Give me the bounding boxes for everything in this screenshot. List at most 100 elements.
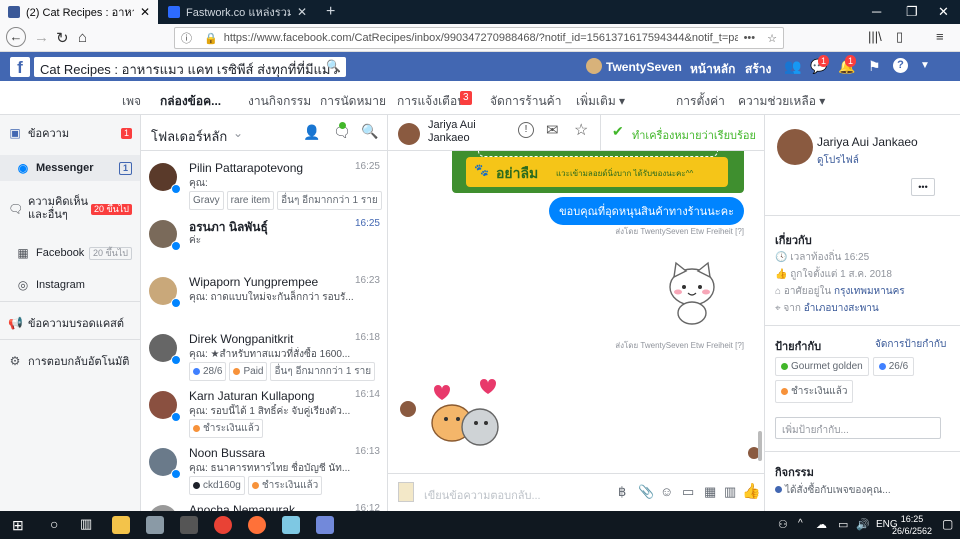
page-actions-icon[interactable]: ••• bbox=[744, 32, 756, 44]
events-tab[interactable]: งานกิจกรรม bbox=[248, 92, 311, 111]
sidebar-item-broadcast[interactable]: 📢 ข้อความบรอดแคสต์ bbox=[0, 313, 140, 333]
close-tab-icon[interactable]: ✕ bbox=[297, 5, 307, 19]
minimize-icon[interactable]: ─ bbox=[872, 4, 881, 19]
clock-date[interactable]: 26/6/2562 bbox=[888, 526, 936, 536]
contact-name[interactable]: Jariya Aui bbox=[428, 119, 476, 131]
contact-label[interactable]: ชำระเงินแล้ว bbox=[775, 380, 854, 403]
sent-message-bubble[interactable]: ขอบคุณที่อุดหนุนสินค้าทางร้านนะคะ bbox=[549, 197, 744, 225]
from-city-link[interactable]: อำเภอบางสะพาน bbox=[804, 303, 879, 314]
label-tag[interactable]: ckd160g bbox=[189, 476, 245, 495]
mail-icon[interactable]: ✉ bbox=[546, 121, 559, 139]
label-tag[interactable]: ชำระเงินแล้ว bbox=[247, 476, 323, 495]
mark-done-button[interactable]: ทำเครื่องหมายว่าเรียบร้อย bbox=[632, 126, 756, 144]
contact-name-2[interactable]: Jankaeo bbox=[428, 132, 470, 144]
label-tag[interactable]: อื่นๆ อีกมากกว่า 1 ราย bbox=[277, 191, 382, 210]
contact-label[interactable]: Gourmet golden bbox=[775, 357, 869, 376]
new-tab-button[interactable]: + bbox=[318, 0, 340, 24]
close-tab-icon[interactable]: ✕ bbox=[140, 5, 150, 19]
people-icon[interactable]: 👤 bbox=[303, 124, 320, 141]
discord-icon[interactable] bbox=[316, 516, 334, 534]
conversation-item[interactable]: Noon Bussara 16:13 คุณ: ธนาคารทหารไทย ชื่อ… bbox=[141, 444, 387, 504]
label-tag[interactable]: rare item bbox=[226, 191, 275, 210]
notifications-tab[interactable]: การแจ้งเตือน bbox=[397, 92, 465, 111]
firefox-icon[interactable] bbox=[248, 516, 266, 534]
browser-tab[interactable]: Fastwork.co แหล่งรวมฟรีแลนซ์ค ✕ bbox=[160, 0, 315, 24]
like-icon[interactable]: 👍 bbox=[742, 482, 761, 500]
tray-chevron-icon[interactable]: ^ bbox=[798, 518, 803, 529]
create-link[interactable]: สร้าง bbox=[745, 60, 771, 79]
message-thread[interactable]: อย่าลืม แวะเข้ามลอยด์นิ่งบาก ได้รับของนะ… bbox=[388, 151, 764, 473]
chevron-down-icon[interactable]: ⌄ bbox=[233, 126, 243, 140]
friends-icon[interactable]: 👥 bbox=[784, 58, 801, 75]
manage-labels-link[interactable]: จัดการป้ายกำกับ bbox=[875, 337, 946, 352]
lives-city-link[interactable]: กรุงเทพมหานคร bbox=[834, 286, 905, 297]
label-tag[interactable]: ชำระเงินแล้ว bbox=[189, 419, 264, 438]
label-tag[interactable]: อื่นๆ อีกมากกว่า 1 ราย bbox=[270, 362, 376, 381]
calculator-icon[interactable] bbox=[180, 516, 198, 534]
page-tab[interactable]: เพจ bbox=[122, 92, 141, 111]
search-icon[interactable]: 🔍 bbox=[326, 59, 341, 73]
profile-link[interactable]: TwentySeven bbox=[606, 60, 682, 74]
reply-input[interactable]: เขียนข้อความตอบกลับ... bbox=[424, 486, 541, 504]
info-icon[interactable]: ⓘ bbox=[181, 30, 192, 46]
account-menu-icon[interactable]: ▼ bbox=[920, 60, 930, 71]
scrollbar[interactable] bbox=[758, 431, 762, 461]
conversation-item[interactable]: Wipaporn Yungprempee 16:23 คุณ: ถาดแบบใหม่… bbox=[141, 273, 387, 333]
contact-label[interactable]: 26/6 bbox=[872, 357, 915, 376]
label-tag[interactable]: Paid bbox=[229, 362, 268, 381]
payment-icon[interactable]: ฿ bbox=[618, 484, 626, 500]
contact-name[interactable]: Jariya Aui Jankaeo bbox=[817, 135, 918, 149]
help-icon[interactable]: ? bbox=[893, 58, 908, 73]
task-view-icon[interactable]: ▥ bbox=[80, 516, 92, 532]
sidebar-item-messenger[interactable]: ◉ Messenger 1 bbox=[0, 155, 140, 181]
app-icon[interactable] bbox=[282, 516, 300, 534]
help-tab[interactable]: ความช่วยเหลือ ▾ bbox=[738, 92, 825, 111]
label-tag[interactable]: Gravy bbox=[189, 191, 224, 210]
home-icon[interactable]: ⌂ bbox=[78, 29, 87, 46]
cortana-icon[interactable]: ○ bbox=[50, 516, 58, 532]
conversation-item[interactable]: Direk Wongpanitkrit 16:18 คุณ: ★สำหรับทาสแ… bbox=[141, 330, 387, 390]
star-icon[interactable]: ☆ bbox=[574, 120, 588, 140]
url-bar[interactable]: ⓘ 🔒 https://www.facebook.com/CatRecipes/… bbox=[174, 27, 784, 49]
reload-icon[interactable]: ↻ bbox=[56, 29, 69, 47]
report-icon[interactable]: ! bbox=[518, 122, 534, 138]
conversation-item[interactable]: อรนภา นิลพันธุ์ 16:25 ค่ะ bbox=[141, 216, 387, 276]
sidebar-item-instagram[interactable]: ◎ Instagram bbox=[0, 275, 140, 295]
windows-start-icon[interactable]: ⊞ bbox=[12, 517, 24, 534]
app-icon[interactable] bbox=[146, 516, 164, 534]
appointments-tab[interactable]: การนัดหมาย bbox=[320, 92, 386, 111]
facebook-logo-icon[interactable]: f bbox=[10, 57, 30, 77]
volume-icon[interactable]: 🔊 bbox=[856, 518, 870, 531]
file-explorer-icon[interactable] bbox=[112, 516, 130, 534]
browser-tab-active[interactable]: (2) Cat Recipes : อาหารแมว แค ✕ bbox=[0, 0, 158, 24]
settings-tab[interactable]: การตั้งค่า bbox=[676, 92, 725, 111]
conversation-item[interactable]: Karn Jaturan Kullapong 16:14 คุณ: รอบนี้ได… bbox=[141, 387, 387, 447]
gif-icon[interactable]: ▭ bbox=[682, 484, 694, 500]
view-profile-link[interactable]: ดูโปรไฟล์ bbox=[817, 153, 859, 168]
action-center-icon[interactable]: ▢ bbox=[942, 517, 953, 531]
add-label-input[interactable]: เพิ่มป้ายกำกับ... bbox=[775, 417, 941, 439]
sidebar-icon[interactable]: ▯ bbox=[896, 29, 903, 45]
bookmark-star-icon[interactable]: ☆ bbox=[767, 32, 777, 45]
shop-tab[interactable]: จัดการร้านค้า bbox=[490, 92, 561, 111]
avatar[interactable] bbox=[586, 58, 602, 74]
more-options-button[interactable]: ••• bbox=[911, 178, 935, 196]
conversation-item[interactable]: Anocha Nemanurak 16:12 bbox=[141, 501, 387, 511]
saved-replies-icon[interactable]: ▦ bbox=[704, 484, 716, 500]
search-icon[interactable]: 🔍 bbox=[361, 123, 378, 140]
back-icon[interactable]: ← bbox=[6, 27, 26, 47]
search-input[interactable]: Cat Recipes : อาหารแมว แคท เรซิพีส์ ส่งท… bbox=[34, 57, 346, 77]
restore-icon[interactable]: ❐ bbox=[906, 4, 918, 20]
folder-dropdown[interactable]: โฟลเดอร์หลัก bbox=[151, 126, 227, 147]
chrome-icon[interactable] bbox=[214, 516, 232, 534]
label-tag[interactable]: 28/6 bbox=[189, 362, 227, 381]
home-link[interactable]: หน้าหลัก bbox=[690, 60, 735, 79]
library-icon[interactable]: |||\ bbox=[868, 29, 882, 44]
appointment-icon[interactable]: ▥ bbox=[724, 484, 736, 500]
menu-icon[interactable]: ≡ bbox=[936, 29, 944, 44]
sidebar-item-facebook[interactable]: ▦ Facebook 20 ขึ้นไป bbox=[0, 243, 140, 263]
conversation-item[interactable]: Pilin Pattarapotevong 16:25 คุณ: Gravy rare … bbox=[141, 159, 387, 219]
attach-icon[interactable]: 📎 bbox=[638, 484, 654, 500]
people-icon[interactable]: ⚇ bbox=[778, 518, 788, 531]
sidebar-item-messages[interactable]: ▣ ข้อความ 1 bbox=[0, 123, 140, 143]
